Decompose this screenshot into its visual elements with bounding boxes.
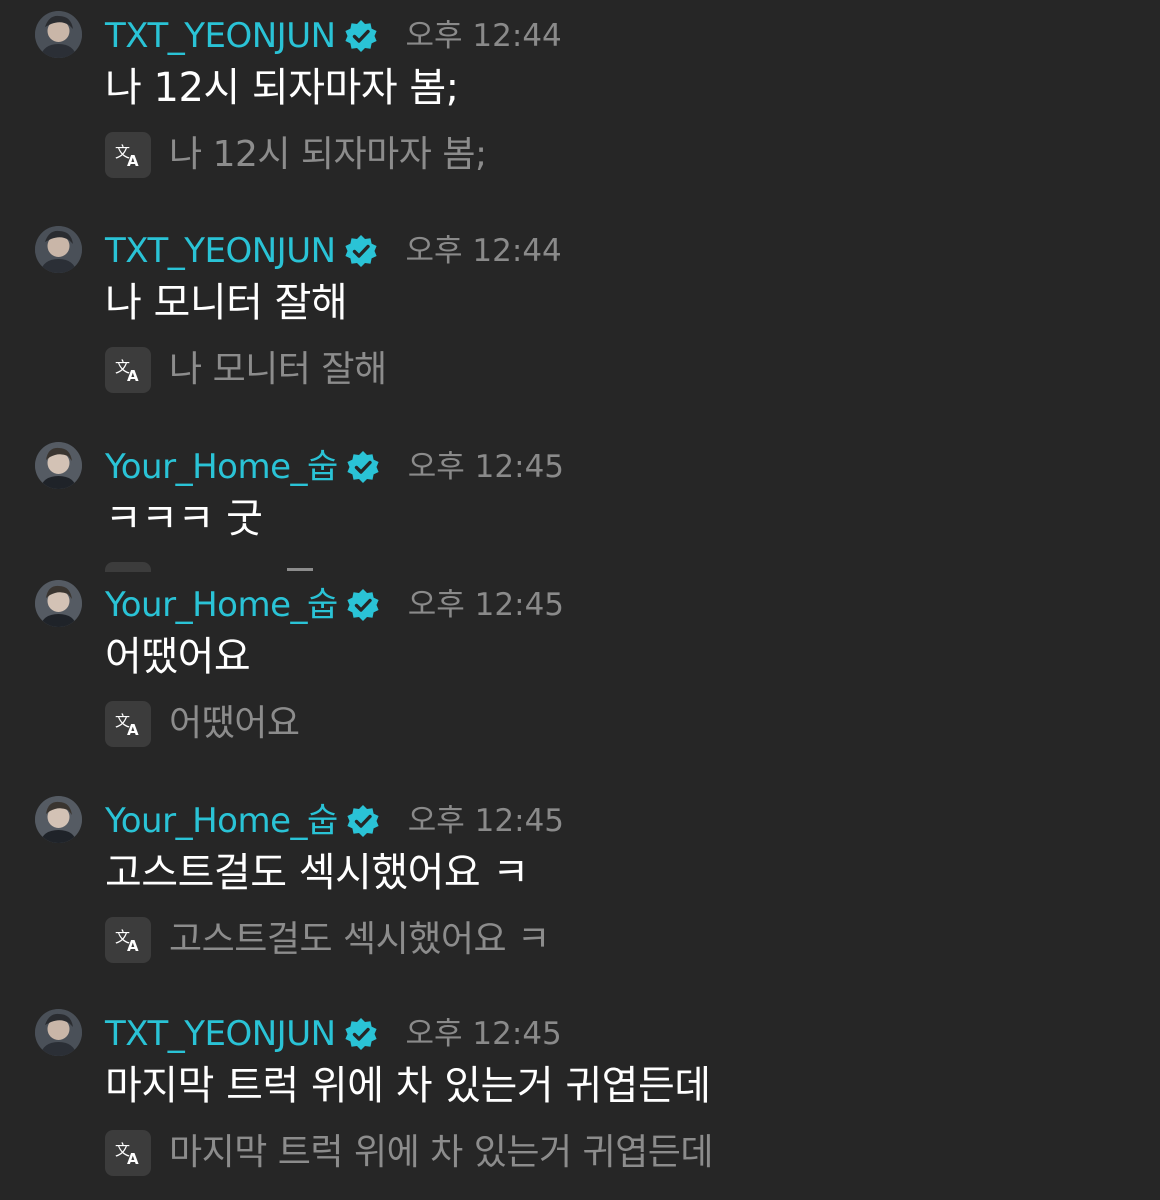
message-text: 나 모니터 잘해 bbox=[105, 280, 348, 326]
svg-text:A: A bbox=[127, 1150, 139, 1168]
svg-text:A: A bbox=[127, 367, 139, 385]
user-avatar[interactable] bbox=[35, 11, 82, 58]
svg-text:A: A bbox=[127, 937, 139, 955]
translate-icon[interactable]: 文 A bbox=[105, 917, 151, 963]
translation-text-clipped bbox=[287, 568, 313, 571]
message-translation[interactable]: 文 A 어땠어요 bbox=[105, 701, 300, 747]
message-timestamp: 오후 12:44 bbox=[405, 18, 562, 54]
message-username[interactable]: Your_Home_숩 bbox=[105, 443, 338, 491]
user-avatar[interactable] bbox=[35, 1009, 82, 1056]
message-timestamp: 오후 12:45 bbox=[407, 587, 565, 623]
verified-badge-icon bbox=[346, 450, 380, 484]
message-username[interactable]: Your_Home_숩 bbox=[105, 581, 338, 629]
translate-icon[interactable]: 文 A bbox=[105, 132, 151, 178]
chat-message-list[interactable]: TXT_YEONJUN 오후 12:44 나 12시 되자마자 봄; 文 A 나… bbox=[0, 0, 1160, 1200]
message-timestamp: 오후 12:45 bbox=[405, 1016, 562, 1052]
user-avatar[interactable] bbox=[35, 442, 82, 489]
message-translation[interactable]: 文 A 고스트걸도 섹시했어요 ㅋ bbox=[105, 917, 550, 963]
translate-icon[interactable]: 文 A bbox=[105, 701, 151, 747]
translation-text: 나 12시 되자마자 봄; bbox=[169, 134, 487, 175]
svg-text:A: A bbox=[127, 152, 139, 170]
message-text: 나 12시 되자마자 봄; bbox=[105, 65, 459, 111]
message-username[interactable]: TXT_YEONJUN bbox=[105, 1010, 336, 1058]
translate-icon[interactable]: 文 A bbox=[105, 347, 151, 393]
message-text: ㅋㅋㅋ 굿 bbox=[105, 496, 263, 542]
message-text: 고스트걸도 섹시했어요 ㅋ bbox=[105, 850, 529, 896]
message-timestamp: 오후 12:45 bbox=[407, 449, 565, 485]
message-username[interactable]: TXT_YEONJUN bbox=[105, 12, 336, 60]
message-translation[interactable]: 文 A 마지막 트럭 위에 차 있는거 귀엽든데 bbox=[105, 1130, 714, 1176]
message-username[interactable]: Your_Home_숩 bbox=[105, 797, 338, 845]
message-translation[interactable]: 文 A 나 모니터 잘해 bbox=[105, 347, 387, 393]
translate-icon[interactable]: 文 A bbox=[105, 1130, 151, 1176]
translation-text: 나 모니터 잘해 bbox=[169, 349, 387, 390]
message-translation[interactable]: 文 A 나 12시 되자마자 봄; bbox=[105, 132, 487, 178]
translation-text: 어땠어요 bbox=[169, 703, 300, 744]
verified-badge-icon bbox=[344, 19, 378, 53]
translation-text: 마지막 트럭 위에 차 있는거 귀엽든데 bbox=[169, 1132, 714, 1173]
user-avatar[interactable] bbox=[35, 796, 82, 843]
translate-icon-clipped bbox=[105, 562, 151, 572]
verified-badge-icon bbox=[344, 1017, 378, 1051]
verified-badge-icon bbox=[346, 804, 380, 838]
svg-text:A: A bbox=[127, 721, 139, 739]
message-text: 어땠어요 bbox=[105, 634, 251, 680]
message-username[interactable]: TXT_YEONJUN bbox=[105, 227, 336, 275]
user-avatar[interactable] bbox=[35, 580, 82, 627]
translation-text: 고스트걸도 섹시했어요 ㅋ bbox=[169, 919, 550, 960]
message-text: 마지막 트럭 위에 차 있는거 귀엽든데 bbox=[105, 1063, 711, 1109]
message-timestamp: 오후 12:45 bbox=[407, 803, 565, 839]
user-avatar[interactable] bbox=[35, 226, 82, 273]
message-timestamp: 오후 12:44 bbox=[405, 233, 562, 269]
verified-badge-icon bbox=[346, 588, 380, 622]
verified-badge-icon bbox=[344, 234, 378, 268]
